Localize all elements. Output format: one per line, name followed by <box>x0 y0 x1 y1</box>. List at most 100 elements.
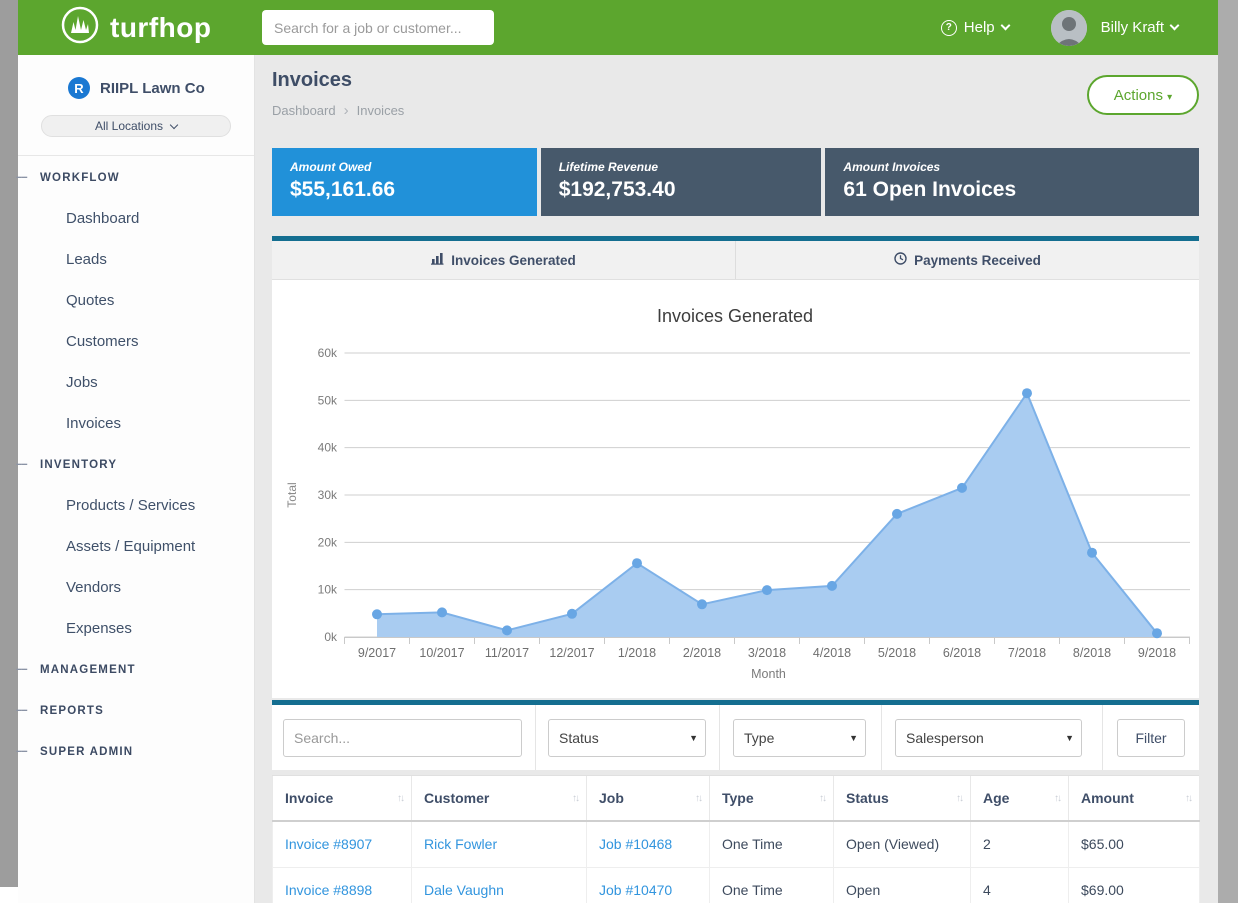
user-name: Billy Kraft <box>1101 19 1164 36</box>
sidebar-section-management[interactable]: ---- MANAGEMENT <box>18 649 254 690</box>
salesperson-select[interactable]: Salesperson <box>895 719 1082 757</box>
chevron-down-icon <box>170 121 178 129</box>
x-tick-label: 12/2017 <box>549 646 594 660</box>
global-search-input[interactable] <box>262 10 494 45</box>
user-menu[interactable]: Billy Kraft <box>1101 19 1178 36</box>
x-tick-label: 7/2018 <box>1008 646 1046 660</box>
sort-icon[interactable]: ↑↓ <box>397 793 403 804</box>
chart-point <box>1022 388 1032 398</box>
breadcrumb-dashboard[interactable]: Dashboard <box>272 103 336 118</box>
status-select[interactable]: Status <box>548 719 706 757</box>
table-header-row: Invoice↑↓ Customer↑↓ Job↑↓ Type↑↓ Status… <box>273 776 1200 821</box>
sidebar-item-customers[interactable]: Customers <box>40 333 139 350</box>
company-badge: R <box>68 77 90 99</box>
section-dash-icon: ---- <box>16 745 27 757</box>
column-header-type[interactable]: Type↑↓ <box>710 776 834 821</box>
sidebar-section-reports[interactable]: ---- REPORTS <box>18 690 254 731</box>
invoice-link[interactable]: Invoice #8898 <box>285 882 372 898</box>
chevron-down-icon <box>1170 21 1180 31</box>
stat-card-lifetime-revenue: Lifetime Revenue $192,753.40 <box>541 148 822 216</box>
chart-point <box>372 609 382 619</box>
right-scrollbar[interactable] <box>1218 0 1238 903</box>
chart-point <box>892 509 902 519</box>
customer-link[interactable]: Rick Fowler <box>424 836 497 852</box>
sidebar-item-expenses[interactable]: Expenses <box>40 620 132 637</box>
help-icon: ? <box>941 20 957 36</box>
actions-button[interactable]: Actions ▾ <box>1087 75 1199 115</box>
invoice-link[interactable]: Invoice #8907 <box>285 836 372 852</box>
stat-label: Lifetime Revenue <box>559 160 822 174</box>
main-content: Invoices Dashboard › Invoices Actions ▾ … <box>255 55 1218 903</box>
sidebar-section-inventory: ---- INVENTORY <box>18 444 254 485</box>
column-header-invoice[interactable]: Invoice↑↓ <box>273 776 412 821</box>
y-tick-label: 10k <box>318 583 338 597</box>
sort-icon[interactable]: ↑↓ <box>572 793 578 804</box>
table-row: Invoice #8898 Dale Vaughn Job #10470 One… <box>273 867 1200 903</box>
table-search-input[interactable] <box>283 719 522 757</box>
sort-icon[interactable]: ↑↓ <box>956 793 962 804</box>
sort-icon[interactable]: ↑↓ <box>695 793 701 804</box>
sidebar-item-jobs[interactable]: Jobs <box>40 374 98 391</box>
section-dash-icon: ---- <box>16 171 27 183</box>
column-header-status[interactable]: Status↑↓ <box>834 776 971 821</box>
filter-panel: Status ▼ Type ▼ <box>272 700 1199 770</box>
sidebar-item-leads[interactable]: Leads <box>40 251 107 268</box>
sort-icon[interactable]: ↑↓ <box>1185 793 1191 804</box>
x-tick-label: 5/2018 <box>878 646 916 660</box>
filter-row: Status ▼ Type ▼ <box>272 705 1199 770</box>
x-tick-label: 6/2018 <box>943 646 981 660</box>
help-label: Help <box>964 19 995 36</box>
job-link[interactable]: Job #10470 <box>599 882 672 898</box>
brand-logo[interactable]: turfhop <box>60 5 211 50</box>
breadcrumb: Dashboard › Invoices <box>272 102 1199 119</box>
sidebar-item-invoices[interactable]: Invoices <box>40 415 121 432</box>
company-row[interactable]: R RIIPL Lawn Co <box>18 55 254 99</box>
stat-cards: Amount Owed $55,161.66 Lifetime Revenue … <box>272 148 1199 216</box>
location-selector[interactable]: All Locations <box>41 115 231 137</box>
column-header-job[interactable]: Job↑↓ <box>587 776 710 821</box>
sidebar-section-super-admin[interactable]: ---- SUPER ADMIN <box>18 731 254 772</box>
tab-invoices-generated[interactable]: Invoices Generated <box>272 241 735 279</box>
sidebar-item-assets-equipment[interactable]: Assets / Equipment <box>40 538 195 555</box>
stat-value: $55,161.66 <box>290 178 537 202</box>
chart-point <box>1087 548 1097 558</box>
sidebar-item-products-services[interactable]: Products / Services <box>40 497 195 514</box>
stat-label: Amount Owed <box>290 160 537 174</box>
x-tick-label: 4/2018 <box>813 646 851 660</box>
chart-point <box>957 483 967 493</box>
top-nav-bar: turfhop ? Help Billy Kraft <box>18 0 1218 55</box>
y-tick-label: 0k <box>324 630 338 644</box>
column-header-age[interactable]: Age↑↓ <box>971 776 1069 821</box>
invoices-chart-svg: Invoices Generated0k10k20k30k40k50k60kTo… <box>272 280 1199 698</box>
x-tick-label: 3/2018 <box>748 646 786 660</box>
sort-icon[interactable]: ↑↓ <box>819 793 825 804</box>
x-axis-label: Month <box>751 667 786 681</box>
user-avatar[interactable] <box>1051 10 1087 46</box>
chart-tabs: Invoices Generated Payments Received <box>272 241 1199 280</box>
type-select[interactable]: Type <box>733 719 866 757</box>
column-header-amount[interactable]: Amount↑↓ <box>1069 776 1200 821</box>
age-cell: 4 <box>971 867 1069 903</box>
y-tick-label: 50k <box>318 393 338 407</box>
chart-point <box>632 558 642 568</box>
help-menu[interactable]: ? Help <box>941 19 1009 36</box>
sidebar-item-quotes[interactable]: Quotes <box>40 292 114 309</box>
tab-payments-received[interactable]: Payments Received <box>735 241 1199 279</box>
location-label: All Locations <box>95 119 163 133</box>
page-title: Invoices <box>272 69 1199 92</box>
chart-point <box>437 607 447 617</box>
sidebar-section-workflow: ---- WORKFLOW <box>18 157 254 198</box>
sidebar-item-vendors[interactable]: Vendors <box>40 579 121 596</box>
job-link[interactable]: Job #10468 <box>599 836 672 852</box>
app-screen: turfhop ? Help Billy Kraft <box>0 0 1238 903</box>
chevron-down-icon <box>1000 21 1010 31</box>
y-tick-label: 40k <box>318 441 338 455</box>
caret-down-icon: ▾ <box>1167 92 1172 103</box>
sort-icon[interactable]: ↑↓ <box>1054 793 1060 804</box>
breadcrumb-invoices[interactable]: Invoices <box>357 103 405 118</box>
sidebar-item-dashboard[interactable]: Dashboard <box>40 210 139 227</box>
stat-card-open-invoices: Amount Invoices 61 Open Invoices <box>825 148 1199 216</box>
customer-link[interactable]: Dale Vaughn <box>424 882 504 898</box>
filter-button[interactable]: Filter <box>1117 719 1185 757</box>
column-header-customer[interactable]: Customer↑↓ <box>412 776 587 821</box>
